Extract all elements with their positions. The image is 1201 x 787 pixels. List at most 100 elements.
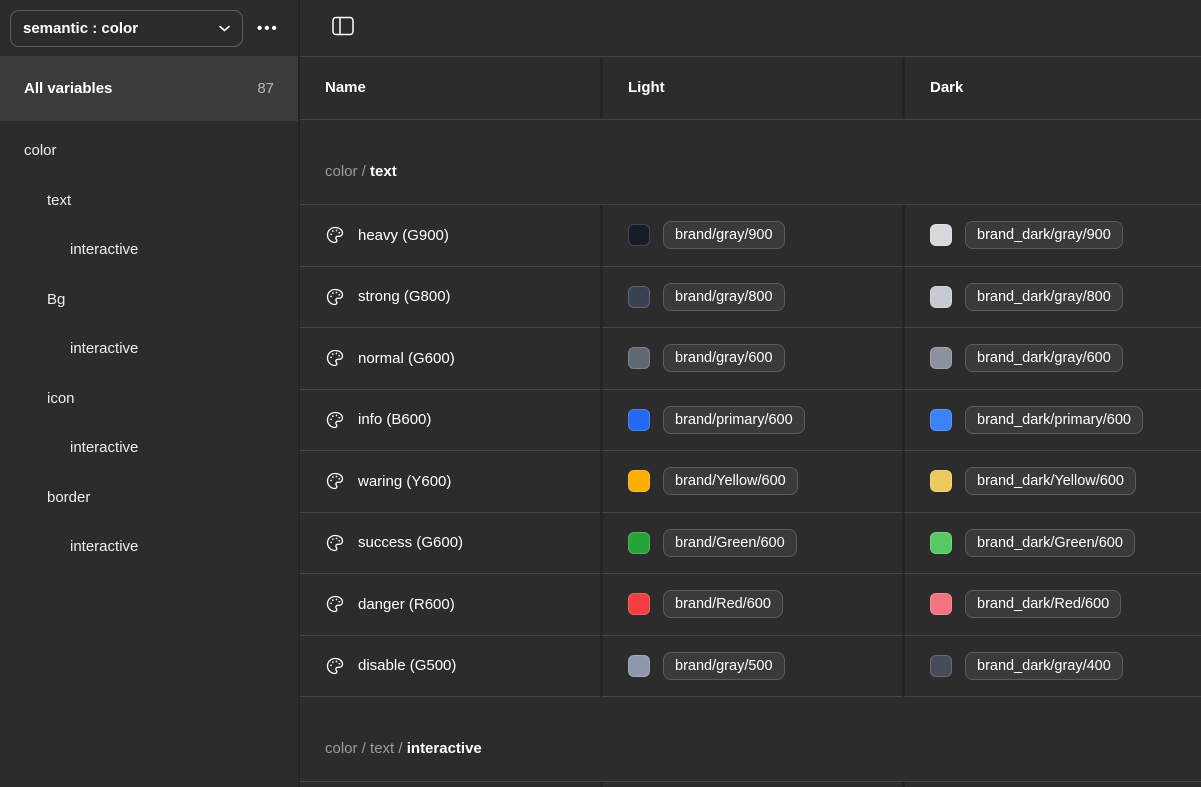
tree-item[interactable]: border [0,473,298,523]
light-value-cell[interactable]: brand/Yellow/600 [600,451,902,513]
group-section-header: color / text / interactive [300,697,1201,782]
dark-value-cell[interactable]: brand_dark/Yellow/600 [902,451,1201,513]
light-value-cell[interactable]: brand/gray/500 [600,635,902,697]
dark-chip[interactable]: brand_dark/gray/900 [965,221,1123,250]
variable-row[interactable]: danger (R600) brand/Red/600 brand_dark/R… [300,574,1201,636]
section-breadcrumb: color / text / interactive [325,740,482,757]
light-chip-label: brand/Green/600 [675,534,785,551]
light-value-cell[interactable]: brand/gray/900 [600,205,902,267]
light-chip[interactable]: brand/gray/500 [663,651,785,680]
color-variable-icon [325,287,345,307]
light-swatch[interactable] [628,224,650,247]
main-area: Name Light Dark color / text heavy (G900… [300,0,1201,787]
dark-value-cell[interactable]: brand_dark/gray/800 [902,266,1201,328]
light-chip[interactable]: brand/Green/600 [663,528,797,557]
variable-row[interactable]: waring (Y600) brand/Yellow/600 brand_dar… [300,451,1201,513]
dark-chip[interactable]: brand_dark/gray/600 [965,344,1123,373]
light-swatch[interactable] [628,593,650,616]
light-chip[interactable]: brand/gray/800 [663,282,785,311]
name-cell[interactable]: info (B600) [300,390,600,451]
dark-value-cell[interactable]: brand_dark/Green/600 [902,512,1201,574]
light-swatch[interactable] [628,531,650,554]
variable-row[interactable]: heavy (G900) brand/gray/900 brand_dark/g… [300,205,1201,267]
light-value-cell[interactable]: brand/gray/800 [600,266,902,328]
light-value-cell[interactable]: brand/Red/600 [600,574,902,636]
dark-chip[interactable]: brand_dark/Green/600 [965,528,1135,557]
dark-value-cell[interactable]: brand_dark/primary/600 [902,389,1201,451]
light-chip-label: brand/Yellow/600 [675,473,786,490]
tree-item[interactable]: interactive [0,324,298,374]
tree-item-label: color [24,142,57,160]
dark-chip-label: brand_dark/gray/800 [977,288,1111,305]
light-swatch[interactable] [628,654,650,677]
light-chip-label: brand/gray/900 [675,227,773,244]
name-cell[interactable]: waring (Y600) [300,451,600,513]
variable-name: waring (Y600) [358,472,452,490]
dark-swatch[interactable] [930,285,952,308]
more-options-button[interactable]: ••• [249,14,287,43]
dark-value-cell[interactable]: brand_dark/Red/600 [902,574,1201,636]
dark-value-cell[interactable]: brand_dark/gray/900 [902,205,1201,267]
name-cell[interactable]: danger (R600) [300,574,600,636]
variable-row[interactable]: success (G600) brand/Green/600 brand_dar… [300,512,1201,574]
light-value-cell[interactable]: brand/Green/600 [600,512,902,574]
dark-swatch[interactable] [930,531,952,554]
tree-item[interactable]: Bg [0,275,298,325]
light-value-cell[interactable]: brand/primary/600 [600,389,902,451]
name-cell[interactable]: disable (G500) [300,636,600,697]
dark-swatch[interactable] [930,654,952,677]
light-swatch[interactable] [628,285,650,308]
light-swatch[interactable] [628,470,650,493]
name-cell[interactable]: success (G600) [300,513,600,574]
light-chip[interactable]: brand/gray/900 [663,221,785,250]
dark-chip[interactable]: brand_dark/gray/800 [965,282,1123,311]
name-cell[interactable]: strong (G800) [300,267,600,328]
tree-item-label: text [47,191,72,209]
dark-chip[interactable]: brand_dark/gray/400 [965,651,1123,680]
tree-item[interactable]: interactive [0,225,298,275]
dark-chip[interactable]: brand_dark/primary/600 [965,405,1143,434]
light-chip[interactable]: brand/Red/600 [663,590,783,619]
dark-swatch[interactable] [930,470,952,493]
variable-name: info (B600) [358,411,432,429]
dark-value-cell[interactable]: brand_dark/gray/400 [902,635,1201,697]
variable-name: success (G600) [358,534,464,552]
collection-selector[interactable]: semantic : color [10,9,243,47]
light-chip-label: brand/gray/600 [675,350,773,367]
variable-row[interactable]: info (B600) brand/primary/600 brand_dark… [300,389,1201,451]
dark-chip[interactable]: brand_dark/Yellow/600 [965,467,1136,496]
dark-chip-label: brand_dark/primary/600 [977,411,1131,428]
sidebar-toggle-button[interactable] [328,12,358,43]
sidebar-item-all-variables[interactable]: All variables 87 [0,56,298,121]
color-variable-icon [325,348,345,368]
light-chip[interactable]: brand/primary/600 [663,405,805,434]
light-value-cell[interactable]: brand/gray/600 [600,328,902,390]
tree-item[interactable]: text [0,176,298,226]
dark-swatch[interactable] [930,408,952,431]
light-swatch[interactable] [628,347,650,370]
light-chip[interactable]: brand/Yellow/600 [663,467,798,496]
dark-chip-label: brand_dark/gray/600 [977,350,1111,367]
tree-item[interactable]: color [0,126,298,176]
table-header: Name Light Dark [300,55,1201,120]
dark-value-cell[interactable]: brand_dark/gray/600 [902,328,1201,390]
dark-swatch[interactable] [930,224,952,247]
tree-item-label: interactive [70,241,139,259]
tree-item[interactable]: interactive [0,522,298,572]
variable-row[interactable]: normal (G600) brand/gray/600 brand_dark/… [300,328,1201,390]
dark-chip[interactable]: brand_dark/Red/600 [965,590,1122,619]
variable-row[interactable]: strong (G800) brand/gray/800 brand_dark/… [300,266,1201,328]
chevron-down-icon [219,25,230,32]
light-swatch[interactable] [628,408,650,431]
column-header-light: Light [600,56,902,119]
tree-item[interactable]: interactive [0,423,298,473]
dark-swatch[interactable] [930,347,952,370]
variable-row[interactable]: disable (G500) brand/gray/500 brand_dark… [300,635,1201,697]
name-cell[interactable]: heavy (G900) [300,205,600,267]
light-chip[interactable]: brand/gray/600 [663,344,785,373]
tree-item[interactable]: icon [0,374,298,424]
light-chip-label: brand/primary/600 [675,411,793,428]
name-cell[interactable]: normal (G600) [300,328,600,390]
dark-chip-label: brand_dark/gray/400 [977,657,1111,674]
dark-swatch[interactable] [930,593,952,616]
